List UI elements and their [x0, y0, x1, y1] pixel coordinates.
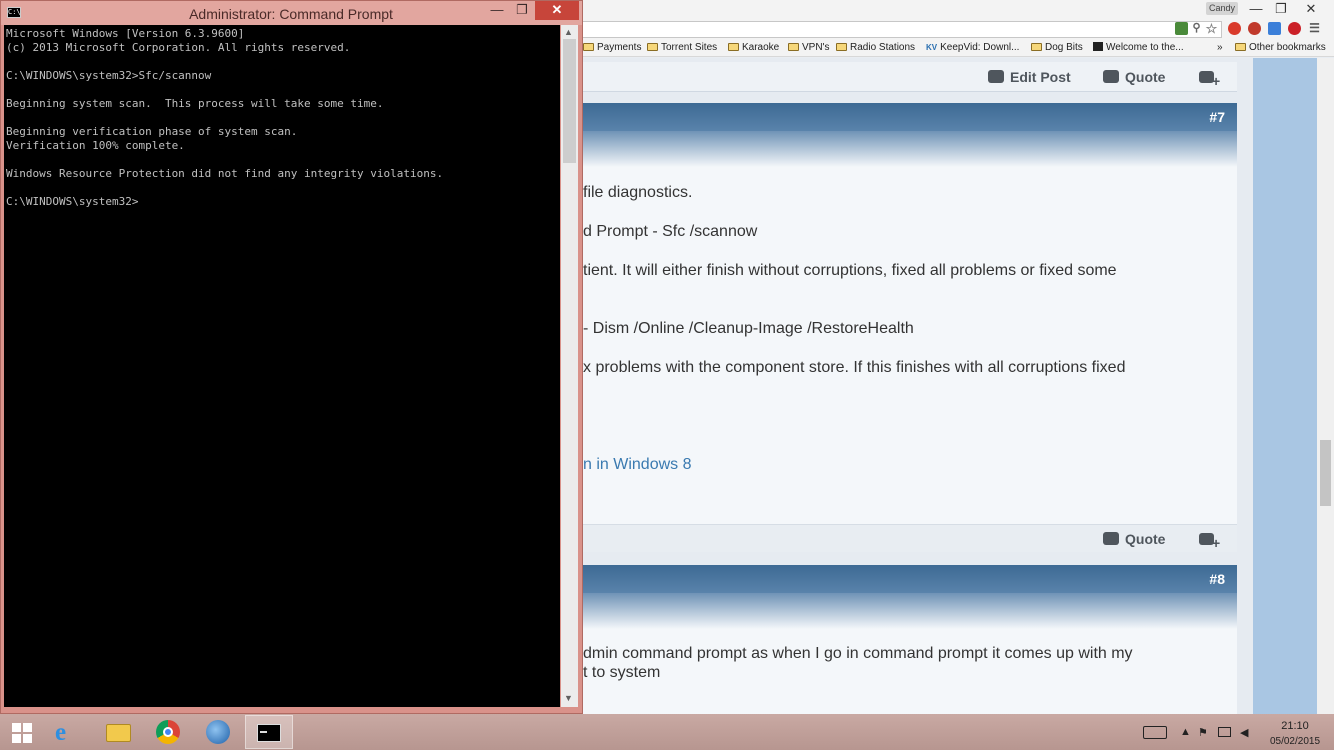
folder-icon [1031, 43, 1042, 51]
bookmark-karaoke[interactable]: Karaoke [728, 42, 779, 53]
cmd-scroll-thumb[interactable] [563, 39, 576, 163]
post-number[interactable]: #7 [1209, 109, 1225, 125]
address-bar[interactable] [582, 21, 1222, 38]
taskbar-internet-explorer[interactable]: e [44, 715, 92, 749]
post-header: #8 [583, 565, 1237, 593]
console-line: Windows Resource Protection did not find… [6, 167, 444, 180]
internet-explorer-icon: e [55, 719, 67, 746]
post-link[interactable]: n in Windows 8 [583, 456, 692, 474]
scroll-down-arrow-icon[interactable]: ▼ [564, 693, 573, 703]
page-background [1253, 58, 1317, 718]
bookmark-keepvid[interactable]: KV KeepVid: Downl... [926, 42, 1019, 53]
console-line: C:\WINDOWS\system32>Sfc/scannow [6, 69, 212, 82]
post-text: d Prompt - Sfc /scannow [583, 223, 758, 240]
post-header: #7 [583, 103, 1237, 131]
post-text: tient. It will either finish without cor… [583, 262, 1117, 279]
network-icon[interactable] [1218, 727, 1231, 737]
pinterest-icon[interactable] [1288, 22, 1301, 35]
bookmark-dog-bits[interactable]: Dog Bits [1031, 42, 1083, 53]
folder-icon [106, 724, 131, 742]
close-button[interactable]: ✕ [535, 1, 579, 20]
bookmark-welcome[interactable]: Welcome to the... [1093, 42, 1184, 53]
thunderbird-icon [206, 720, 230, 744]
command-prompt-icon [257, 724, 281, 742]
quote-icon [1103, 70, 1119, 83]
taskbar-command-prompt[interactable] [245, 715, 293, 749]
multi-quote-icon[interactable]: + [1199, 533, 1221, 550]
bookmark-payments[interactable]: Payments [583, 42, 641, 53]
multi-quote-icon[interactable]: + [1199, 71, 1221, 88]
chrome-icon [156, 720, 180, 744]
taskbar: e ▲ ⚑ ◀ [0, 714, 1334, 750]
keyboard-icon[interactable] [1143, 726, 1167, 739]
post-body [583, 629, 1237, 718]
folder-icon [647, 43, 658, 51]
taskbar-file-explorer[interactable] [95, 715, 143, 749]
show-hidden-icons-icon[interactable]: ▲ [1180, 726, 1191, 738]
taskbar-thunderbird[interactable] [195, 715, 243, 749]
page-scrollbar[interactable] [1317, 58, 1334, 718]
console-line: Microsoft Windows [Version 6.3.9600] [6, 27, 245, 40]
quote-button[interactable]: Quote [1103, 531, 1165, 547]
clock-date[interactable]: 05/02/2015 [1262, 736, 1328, 747]
browser-maximize-button[interactable]: ❐ [1268, 0, 1294, 20]
clock-time[interactable]: 21:10 [1272, 720, 1318, 732]
zoom-icon[interactable]: ⚲ [1190, 22, 1203, 35]
translate-icon[interactable] [1268, 22, 1281, 35]
taskbar-chrome[interactable] [145, 715, 193, 749]
minimize-button[interactable]: — [487, 1, 507, 20]
console-prompt: C:\WINDOWS\system32> [6, 195, 139, 208]
console-line: Beginning verification phase of system s… [6, 125, 298, 138]
site-favicon [1093, 42, 1103, 51]
console-output[interactable]: Microsoft Windows [Version 6.3.9600] (c)… [4, 25, 560, 707]
bookmarks-overflow-button[interactable]: » [1217, 42, 1223, 53]
post-text: - Dism /Online /Cleanup-Image /RestoreHe… [583, 320, 914, 337]
folder-icon [1235, 43, 1246, 51]
console-line: Beginning system scan. This process will… [6, 97, 384, 110]
bookmark-torrent-sites[interactable]: Torrent Sites [647, 42, 717, 53]
adblock-icon[interactable] [1228, 22, 1241, 35]
menu-icon[interactable]: ☰ [1308, 22, 1321, 35]
action-center-flag-icon[interactable]: ⚑ [1198, 726, 1208, 739]
post-text: dmin command prompt as when I go in comm… [583, 645, 1133, 662]
browser-minimize-button[interactable]: — [1243, 0, 1269, 20]
post-text: file diagnostics. [583, 184, 693, 201]
scroll-up-arrow-icon[interactable]: ▲ [564, 27, 573, 37]
console-line: (c) 2013 Microsoft Corporation. All righ… [6, 41, 351, 54]
command-prompt-window: C:\ Administrator: Command Prompt — ❐ ✕ … [0, 0, 583, 714]
windows-logo-icon [12, 723, 32, 743]
post-text: x problems with the component store. If … [583, 359, 1126, 376]
post-text: t to system [583, 664, 661, 681]
post-number[interactable]: #8 [1209, 571, 1225, 587]
start-button[interactable] [0, 715, 48, 749]
page-scroll-thumb[interactable] [1320, 440, 1331, 506]
post-header-fade [583, 593, 1237, 629]
post-header-fade [583, 131, 1237, 167]
page-action-icon[interactable] [1175, 22, 1188, 35]
folder-icon [728, 43, 739, 51]
maximize-button[interactable]: ❐ [511, 1, 533, 20]
bookmark-vpns[interactable]: VPN's [788, 42, 829, 53]
quote-icon [1103, 532, 1119, 545]
edit-post-button[interactable]: Edit Post [988, 69, 1071, 85]
bookmark-radio-stations[interactable]: Radio Stations [836, 42, 915, 53]
pencil-icon [988, 70, 1004, 83]
quote-button[interactable]: Quote [1103, 69, 1165, 85]
bookmark-other-bookmarks[interactable]: Other bookmarks [1235, 42, 1326, 53]
browser-close-button[interactable]: ✕ [1298, 0, 1324, 20]
folder-icon [583, 43, 594, 51]
volume-icon[interactable]: ◀ [1240, 726, 1248, 739]
adblock-plus-icon[interactable] [1248, 22, 1261, 35]
folder-icon [788, 43, 799, 51]
cmd-scrollbar[interactable]: ▲ ▼ [561, 25, 578, 707]
folder-icon [836, 43, 847, 51]
bookmark-star-icon[interactable]: ☆ [1205, 22, 1218, 35]
console-line: Verification 100% complete. [6, 139, 185, 152]
keepvid-icon: KV [926, 43, 938, 52]
user-profile-badge[interactable]: Candy [1206, 2, 1238, 15]
cmd-titlebar[interactable]: C:\ Administrator: Command Prompt — ❐ ✕ [1, 1, 582, 25]
